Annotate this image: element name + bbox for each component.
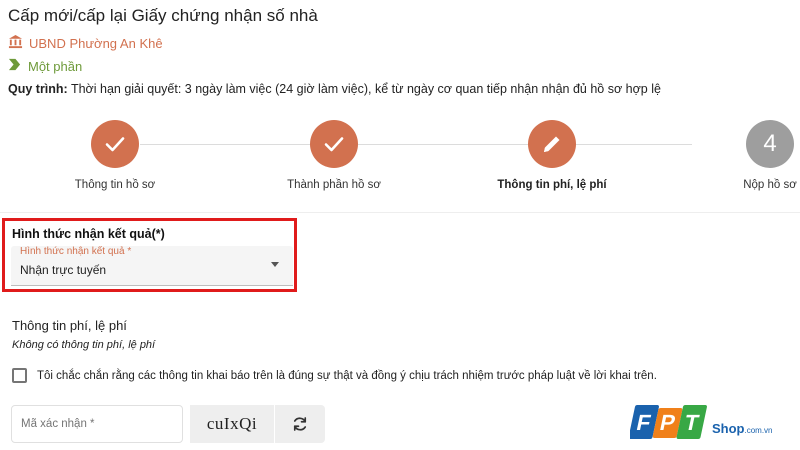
process-label: Quy trình: — [8, 82, 68, 96]
service-level: Một phần — [28, 58, 83, 74]
step-1[interactable]: Thông tin hồ sơ — [30, 120, 200, 191]
fpt-shop-logo: F P T Shop.com.vn — [630, 402, 773, 442]
step-2[interactable]: Thành phần hồ sơ — [249, 120, 419, 191]
result-method-heading: Hình thức nhận kết quả(*) — [12, 227, 165, 241]
agency-name: UBND Phường An Khê — [29, 35, 163, 51]
brand-text: Shop.com.vn — [712, 421, 773, 436]
captcha-field[interactable] — [11, 405, 183, 443]
check-icon — [105, 137, 125, 152]
step-3-label: Thông tin phí, lệ phí — [497, 179, 607, 191]
refresh-icon — [293, 417, 307, 431]
captcha-input[interactable] — [12, 406, 182, 442]
captcha-image: cuIxQi — [190, 405, 274, 443]
step-3[interactable]: Thông tin phí, lệ phí — [467, 120, 637, 191]
result-method-select-label: Hình thức nhận kết quả * — [20, 246, 132, 257]
pencil-icon — [544, 136, 560, 152]
step-4[interactable]: 4 Nộp hồ sơ — [685, 120, 800, 191]
result-method-select-value: Nhận trực tuyến — [20, 263, 107, 277]
step-1-label: Thông tin hồ sơ — [74, 179, 156, 191]
agreement-text: Tôi chắc chắn rằng các thông tin khai bá… — [37, 369, 657, 382]
agency-row: UBND Phường An Khê — [8, 34, 163, 52]
step-2-label: Thành phần hồ sơ — [287, 179, 381, 191]
page-title: Cấp mới/cấp lại Giấy chứng nhận số nhà — [8, 6, 318, 25]
stepper: Thông tin hồ sơ Thành phần hồ sơ Thông t… — [0, 120, 800, 200]
step-3-circle — [528, 120, 576, 168]
brand-suffix: Shop — [712, 421, 745, 436]
result-method-select[interactable]: Hình thức nhận kết quả * Nhận trực tuyến — [11, 246, 293, 286]
fee-heading: Thông tin phí, lệ phí — [12, 318, 127, 333]
section-divider — [0, 212, 800, 213]
dropdown-arrow-icon — [271, 262, 279, 267]
fee-empty-text: Không có thông tin phí, lệ phí — [12, 339, 156, 351]
agreement-row: Tôi chắc chắn rằng các thông tin khai bá… — [12, 368, 657, 383]
step-4-label: Nộp hồ sơ — [743, 179, 797, 191]
brand-domain: .com.vn — [744, 426, 773, 435]
process-text: Thời hạn giải quyết: 3 ngày làm việc (24… — [67, 82, 661, 96]
step-4-circle: 4 — [746, 120, 794, 168]
refresh-captcha-button[interactable] — [275, 405, 325, 443]
step-4-number: 4 — [763, 130, 777, 157]
service-level-row: Một phần — [8, 58, 82, 74]
process-info: Quy trình: Thời hạn giải quyết: 3 ngày l… — [8, 82, 661, 96]
check-icon — [324, 137, 344, 152]
chevron-right-icon — [8, 58, 21, 74]
step-2-circle — [310, 120, 358, 168]
government-building-icon — [8, 34, 23, 52]
agreement-checkbox[interactable] — [12, 368, 27, 383]
step-1-circle — [91, 120, 139, 168]
fpt-logo-icon: F P T — [630, 405, 707, 439]
